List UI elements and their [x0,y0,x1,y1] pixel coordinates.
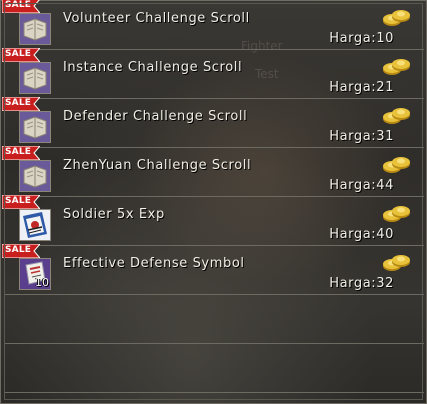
item-price: Harga:10 [329,31,394,46]
item-price: Harga:40 [329,227,394,242]
item-mall-panel: Fighter Test SALE Volunteer Challenge Sc… [0,0,427,404]
item-price: Harga:31 [329,129,394,144]
defense-symbol-icon[interactable]: 10 [19,258,51,290]
sale-badge: SALE [2,0,40,13]
item-price: Harga:21 [329,80,394,95]
shop-item-row[interactable]: 10 SALE Effective Defense Symbol Harga:3… [2,244,424,295]
empty-item-slot [5,344,424,393]
gold-ingot-icon [383,206,410,222]
shop-item-row[interactable]: SALE Defender Challenge Scroll Harga:31 [2,97,424,148]
item-name: ZhenYuan Challenge Scroll [63,158,252,173]
exp-card-icon[interactable] [19,209,51,241]
sale-badge: SALE [2,97,40,111]
gold-ingot-icon [383,108,410,124]
sale-badge: SALE [2,244,40,258]
scroll-icon[interactable] [19,62,51,94]
shop-item-row[interactable]: SALE Volunteer Challenge Scroll Harga:10 [2,0,424,50]
item-name: Defender Challenge Scroll [63,109,248,124]
item-name: Instance Challenge Scroll [63,60,243,75]
gold-ingot-icon [383,59,410,75]
item-name: Volunteer Challenge Scroll [63,11,250,26]
scroll-icon[interactable] [19,160,51,192]
shop-item-row[interactable]: SALE Soldier 5x Exp Harga:40 [2,195,424,246]
sale-badge: SALE [2,195,40,209]
item-quantity: 10 [35,276,49,289]
shop-item-row[interactable]: SALE Instance Challenge Scroll Harga:21 [2,48,424,99]
item-name: Soldier 5x Exp [63,207,165,222]
item-price: Harga:32 [329,276,394,291]
sale-badge: SALE [2,48,40,62]
shop-item-row[interactable]: SALE ZhenYuan Challenge Scroll Harga:44 [2,146,424,197]
item-price: Harga:44 [329,178,394,193]
empty-item-slot [5,295,424,344]
gold-ingot-icon [383,10,410,26]
gold-ingot-icon [383,255,410,271]
scroll-icon[interactable] [19,13,51,45]
item-name: Effective Defense Symbol [63,256,245,271]
scroll-icon[interactable] [19,111,51,143]
sale-badge: SALE [2,146,40,160]
gold-ingot-icon [383,157,410,173]
